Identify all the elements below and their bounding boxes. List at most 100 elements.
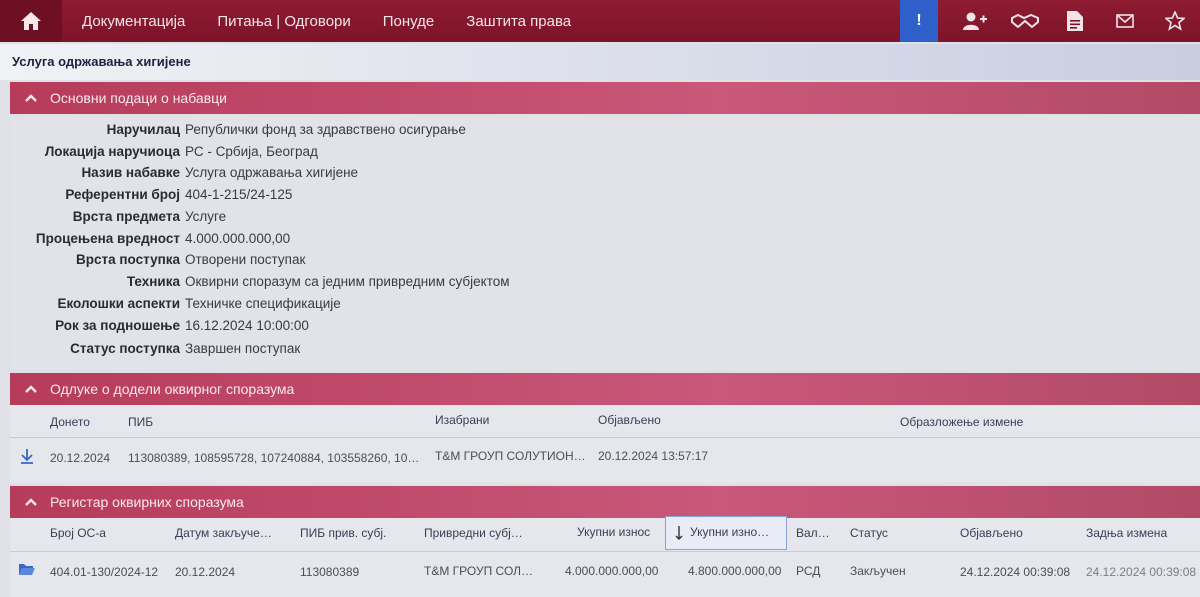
- favorite-button[interactable]: [1150, 0, 1200, 42]
- info-row: Наручилац Републички фонд за здравствено …: [10, 122, 710, 144]
- column-header-reason[interactable]: Образложење измене: [900, 415, 1023, 429]
- info-label: Врста предмета: [72, 209, 180, 224]
- cell-pib: 113080389, 108595728, 107240884, 1035582…: [128, 451, 420, 465]
- info-label: Рок за подношење: [55, 318, 180, 333]
- info-row: Техника Оквирни споразум са једним привре…: [10, 274, 710, 296]
- add-user-icon: [963, 12, 987, 30]
- info-value: 4.000.000.000,00: [185, 231, 291, 246]
- cell-date: 20.12.2024: [50, 451, 111, 465]
- column-header-company-pib[interactable]: ПИБ прив. субј.: [300, 526, 386, 540]
- column-header-company[interactable]: Привредни субј…: [424, 526, 523, 540]
- info-row: Еколошки аспекти Техничке спецификације: [10, 296, 710, 318]
- info-label: Процењена вредност: [35, 231, 180, 246]
- info-row: Рок за подношење 16.12.2024 10:00:00: [10, 318, 710, 340]
- divider: [10, 551, 1200, 552]
- info-label: Врста поступка: [76, 252, 180, 267]
- info-row: Назив набавке Услуга одржавања хигијене: [10, 165, 710, 187]
- info-label: Статус поступка: [70, 341, 180, 356]
- column-header-total[interactable]: Укупни износ: [577, 525, 650, 539]
- nav-documentation[interactable]: Документација: [82, 13, 185, 30]
- page-title: Услуга одржавања хигијене: [0, 44, 1200, 80]
- info-value: Техничке спецификације: [185, 296, 341, 311]
- home-button[interactable]: [0, 0, 62, 42]
- home-icon: [21, 12, 41, 30]
- nav-offers[interactable]: Понуде: [383, 13, 435, 30]
- cell-status: Закључен: [850, 564, 906, 578]
- column-header-total-2-label: Укупни изно…: [690, 525, 770, 539]
- cell-last-change: 24.12.2024 00:39:08: [1086, 565, 1197, 579]
- chevron-up-icon: [25, 385, 37, 393]
- decisions-header[interactable]: Одлуке о додели оквирног споразума: [10, 373, 1200, 405]
- handshake-icon: [1011, 13, 1039, 29]
- basic-info-header[interactable]: Основни подаци о набавци: [10, 82, 1200, 114]
- nav-questions-answers[interactable]: Питања | Одговори: [217, 13, 350, 30]
- nav-legal-protection[interactable]: Заштита права: [466, 13, 571, 30]
- column-header-contract-number[interactable]: Број ОС-а: [50, 526, 106, 540]
- info-row: Локација наручиоца РС - Србија, Београд: [10, 144, 710, 166]
- info-row: Референтни број 404-1-215/24-125: [10, 187, 710, 209]
- info-row: Статус поступка Завршен поступак: [10, 341, 710, 363]
- column-header-published[interactable]: Објављено: [598, 413, 661, 427]
- top-navigation: Документација Питања | Одговори Понуде З…: [0, 0, 1200, 42]
- sort-down-icon: [675, 526, 683, 540]
- info-value: Услуге: [185, 209, 227, 224]
- chevron-up-icon: [25, 498, 37, 506]
- column-header-date[interactable]: Донето: [50, 415, 90, 429]
- info-value: Услуга одржавања хигијене: [185, 165, 359, 180]
- info-value: 16.12.2024 10:00:00: [185, 318, 309, 333]
- alert-button[interactable]: !: [900, 0, 938, 42]
- info-row: Врста предмета Услуге: [10, 209, 710, 231]
- info-label: Техника: [126, 274, 180, 289]
- column-header-selected[interactable]: Изабрани: [435, 413, 489, 427]
- registry-table: Број ОС-а Датум закључе… ПИБ прив. субј.…: [10, 516, 1200, 597]
- cell-conclusion-date: 20.12.2024: [175, 565, 236, 579]
- info-value: Отворени поступак: [185, 252, 306, 267]
- add-user-button[interactable]: [950, 0, 1000, 42]
- download-icon[interactable]: [20, 448, 34, 464]
- cell-published: 24.12.2024 00:39:08: [960, 565, 1071, 579]
- handshake-button[interactable]: [1000, 0, 1050, 42]
- mail-icon: [1116, 14, 1134, 28]
- alert-icon: !: [916, 12, 922, 29]
- cell-selected: Т&М ГРОУП СОЛУТИОН…: [435, 449, 586, 463]
- chevron-up-icon: [25, 94, 37, 102]
- divider: [10, 437, 1200, 438]
- column-header-conclusion-date[interactable]: Датум закључе…: [175, 526, 272, 540]
- info-label: Еколошки аспекти: [57, 296, 180, 311]
- info-label: Локација наручиоца: [44, 144, 180, 159]
- document-icon: [1067, 11, 1083, 31]
- column-header-published[interactable]: Објављено: [960, 526, 1023, 540]
- info-value: 404-1-215/24-125: [185, 187, 293, 202]
- registry-title: Регистар оквирних споразума: [50, 494, 244, 510]
- basic-info-title: Основни подаци о набавци: [50, 90, 227, 106]
- cell-company-pib: 113080389: [300, 565, 360, 579]
- info-value: Оквирни споразум са једним привредним су…: [185, 274, 510, 289]
- cell-published: 20.12.2024 13:57:17: [598, 449, 709, 463]
- column-header-total-sorted[interactable]: Укупни изно…: [665, 516, 787, 550]
- registry-header[interactable]: Регистар оквирних споразума: [10, 486, 1200, 518]
- column-header-last-change[interactable]: Задња измена: [1086, 526, 1167, 540]
- info-label: Назив набавке: [81, 165, 180, 180]
- folder-open-icon[interactable]: [18, 562, 36, 576]
- cell-currency: РСД: [796, 564, 821, 578]
- basic-info-panel: Наручилац Републички фонд за здравствено …: [10, 116, 1200, 370]
- star-icon: [1165, 11, 1185, 31]
- info-value: Републички фонд за здравствено осигурање: [185, 122, 466, 137]
- column-header-status[interactable]: Статус: [850, 526, 888, 540]
- column-header-currency[interactable]: Вал…: [796, 526, 830, 540]
- cell-company: Т&М ГРОУП СОЛ…: [424, 564, 534, 578]
- decisions-title: Одлуке о додели оквирног споразума: [50, 381, 295, 397]
- info-label: Референтни број: [65, 187, 180, 202]
- cell-total-2: 4.800.000.000,00: [688, 564, 782, 578]
- info-row: Врста поступка Отворени поступак: [10, 252, 710, 274]
- info-row: Процењена вредност 4.000.000.000,00: [10, 231, 710, 253]
- mail-button[interactable]: [1100, 0, 1150, 42]
- document-button[interactable]: [1050, 0, 1100, 42]
- cell-contract-number: 404.01-130/2024-12: [50, 565, 159, 579]
- decisions-table: Донето ПИБ Изабрани Објављено Образложењ…: [10, 405, 1200, 483]
- column-header-pib[interactable]: ПИБ: [128, 415, 153, 429]
- info-value: Завршен поступак: [185, 341, 301, 356]
- info-value: РС - Србија, Београд: [185, 144, 318, 159]
- cell-total: 4.000.000.000,00: [565, 564, 659, 578]
- info-label: Наручилац: [106, 122, 180, 137]
